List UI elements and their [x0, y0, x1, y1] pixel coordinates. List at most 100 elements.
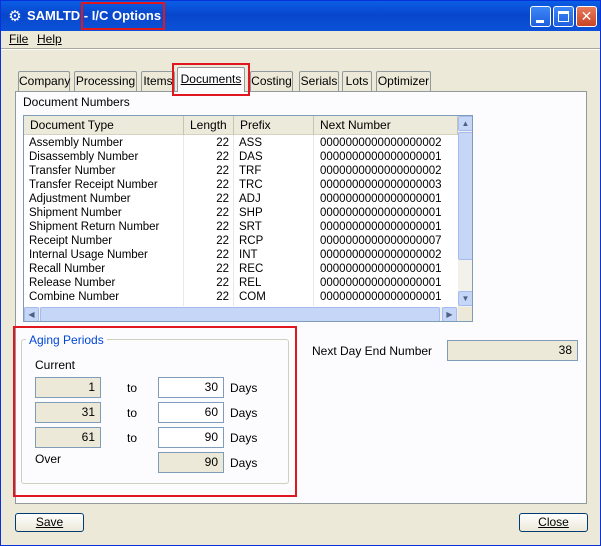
horizontal-scrollbar[interactable]: ◀ ▶ — [24, 307, 458, 321]
chevron-up-icon: ▲ — [461, 119, 470, 128]
tab-lots[interactable]: Lots — [342, 71, 372, 91]
scroll-right-button[interactable]: ▶ — [442, 307, 457, 321]
tab-serials[interactable]: Serials — [299, 71, 339, 91]
cell-length: 22 — [216, 207, 229, 219]
table-row[interactable]: Adjustment Number 22 ADJ 000000000000000000… — [24, 192, 458, 206]
cell-prefix: DAS — [239, 151, 263, 163]
tab-optimizer[interactable]: Optimizer — [376, 71, 431, 91]
document-numbers-list[interactable]: Document Type Length Prefix Next Number … — [23, 115, 473, 322]
cell-next-number: 0000000000000000007 — [320, 235, 442, 247]
menu-bar: File Help — [1, 31, 600, 49]
title-highlight-box — [81, 2, 165, 30]
menu-help[interactable]: Help — [37, 32, 62, 46]
cell-length: 22 — [216, 235, 229, 247]
table-row[interactable]: Internal Usage Number 22 INT 00000000000000… — [24, 248, 458, 262]
cell-next-number: 0000000000000000002 — [320, 249, 442, 261]
cell-next-number: 0000000000000000003 — [320, 179, 442, 191]
table-row[interactable]: Transfer Number 22 TRF 0000000000000000002 — [24, 164, 458, 178]
cell-next-number: 0000000000000000002 — [320, 137, 442, 149]
scroll-up-button[interactable]: ▲ — [458, 116, 472, 131]
next-day-end-field: 38 — [447, 340, 578, 361]
maximize-icon — [558, 11, 569, 22]
tab-costing[interactable]: Costing — [250, 71, 293, 91]
cell-document-type: Shipment Number — [29, 207, 122, 219]
cell-prefix: TRF — [239, 165, 262, 177]
minimize-icon — [536, 20, 544, 23]
cell-length: 22 — [216, 151, 229, 163]
cell-document-type: Adjustment Number — [29, 193, 131, 205]
chevron-right-icon: ▶ — [446, 310, 453, 319]
options-window: ⚙ SAMLTD - I/C Options ✕ File Help Compa… — [0, 0, 601, 546]
column-document-type[interactable]: Document Type — [24, 116, 184, 135]
table-row[interactable]: Disassembly Number 22 DAS 00000000000000000… — [24, 150, 458, 164]
maximize-button[interactable] — [553, 6, 574, 27]
table-row[interactable]: Release Number 22 REL 0000000000000000001 — [24, 276, 458, 290]
aging-highlight-box — [13, 326, 297, 497]
cell-prefix: REL — [239, 277, 262, 289]
menu-separator-light — [1, 49, 600, 50]
table-row[interactable]: Assembly Number 22 ASS 0000000000000000002 — [24, 136, 458, 150]
cell-length: 22 — [216, 249, 229, 261]
cell-document-type: Combine Number — [29, 291, 120, 303]
cell-document-type: Shipment Return Number — [29, 221, 160, 233]
column-next-number[interactable]: Next Number — [314, 116, 458, 135]
cell-length: 22 — [216, 179, 229, 191]
cell-document-type: Transfer Number — [29, 165, 116, 177]
cell-document-type: Internal Usage Number — [29, 249, 148, 261]
title-bar[interactable]: ⚙ SAMLTD - I/C Options ✕ — [1, 1, 600, 31]
table-row[interactable]: Shipment Return Number 22 SRT 0000000000000… — [24, 220, 458, 234]
column-length[interactable]: Length — [184, 116, 234, 135]
tab-highlight-box — [172, 63, 250, 96]
chevron-left-icon: ◀ — [28, 310, 35, 319]
table-row[interactable]: Recall Number 22 REC 0000000000000000001 — [24, 262, 458, 276]
scroll-left-button[interactable]: ◀ — [24, 307, 39, 321]
cell-next-number: 0000000000000000001 — [320, 291, 442, 303]
cell-prefix: COM — [239, 291, 266, 303]
column-prefix[interactable]: Prefix — [234, 116, 314, 135]
list-header: Document Type Length Prefix Next Number — [24, 116, 458, 135]
cell-length: 22 — [216, 221, 229, 233]
table-row[interactable]: Transfer Receipt Number 22 TRC 000000000000… — [24, 178, 458, 192]
cell-length: 22 — [216, 263, 229, 275]
minimize-button[interactable] — [530, 6, 551, 27]
cell-length: 22 — [216, 165, 229, 177]
cell-next-number: 0000000000000000001 — [320, 221, 442, 233]
tab-items[interactable]: Items — [141, 71, 175, 91]
gear-icon: ⚙ — [8, 7, 22, 25]
cell-length: 22 — [216, 291, 229, 303]
save-button[interactable]: Save — [15, 513, 84, 532]
cell-next-number: 0000000000000000001 — [320, 193, 442, 205]
cell-next-number: 0000000000000000001 — [320, 277, 442, 289]
table-row[interactable]: Receipt Number 22 RCP 0000000000000000007 — [24, 234, 458, 248]
cell-document-type: Assembly Number — [29, 137, 123, 149]
document-numbers-label: Document Numbers — [23, 95, 130, 109]
table-row[interactable]: Shipment Number 22 SHP 0000000000000000001 — [24, 206, 458, 220]
cell-next-number: 0000000000000000001 — [320, 263, 442, 275]
cell-prefix: REC — [239, 263, 264, 275]
cell-document-type: Receipt Number — [29, 235, 113, 247]
tab-company[interactable]: Company — [18, 71, 70, 91]
menu-file[interactable]: File — [9, 32, 28, 46]
cell-document-type: Release Number — [29, 277, 116, 289]
cell-prefix: SHP — [239, 207, 263, 219]
vertical-scrollbar[interactable]: ▲ ▼ — [458, 116, 472, 307]
horizontal-scroll-thumb[interactable] — [40, 307, 440, 321]
cell-prefix: ADJ — [239, 193, 261, 205]
cell-length: 22 — [216, 137, 229, 149]
cell-document-type: Transfer Receipt Number — [29, 179, 158, 191]
cell-document-type: Disassembly Number — [29, 151, 139, 163]
close-icon: ✕ — [580, 8, 593, 24]
scroll-down-button[interactable]: ▼ — [458, 291, 472, 306]
cell-next-number: 0000000000000000002 — [320, 165, 442, 177]
cell-next-number: 0000000000000000001 — [320, 151, 442, 163]
cell-prefix: SRT — [239, 221, 262, 233]
vertical-scroll-thumb[interactable] — [458, 132, 472, 260]
chevron-down-icon: ▼ — [461, 294, 470, 303]
close-window-button[interactable]: ✕ — [576, 6, 597, 27]
tab-processing[interactable]: Processing — [74, 71, 137, 91]
cell-prefix: RCP — [239, 235, 264, 247]
table-row[interactable]: Combine Number 22 COM 0000000000000000001 — [24, 290, 458, 304]
close-button[interactable]: Close — [519, 513, 588, 532]
cell-prefix: ASS — [239, 137, 263, 149]
cell-prefix: INT — [239, 249, 258, 261]
